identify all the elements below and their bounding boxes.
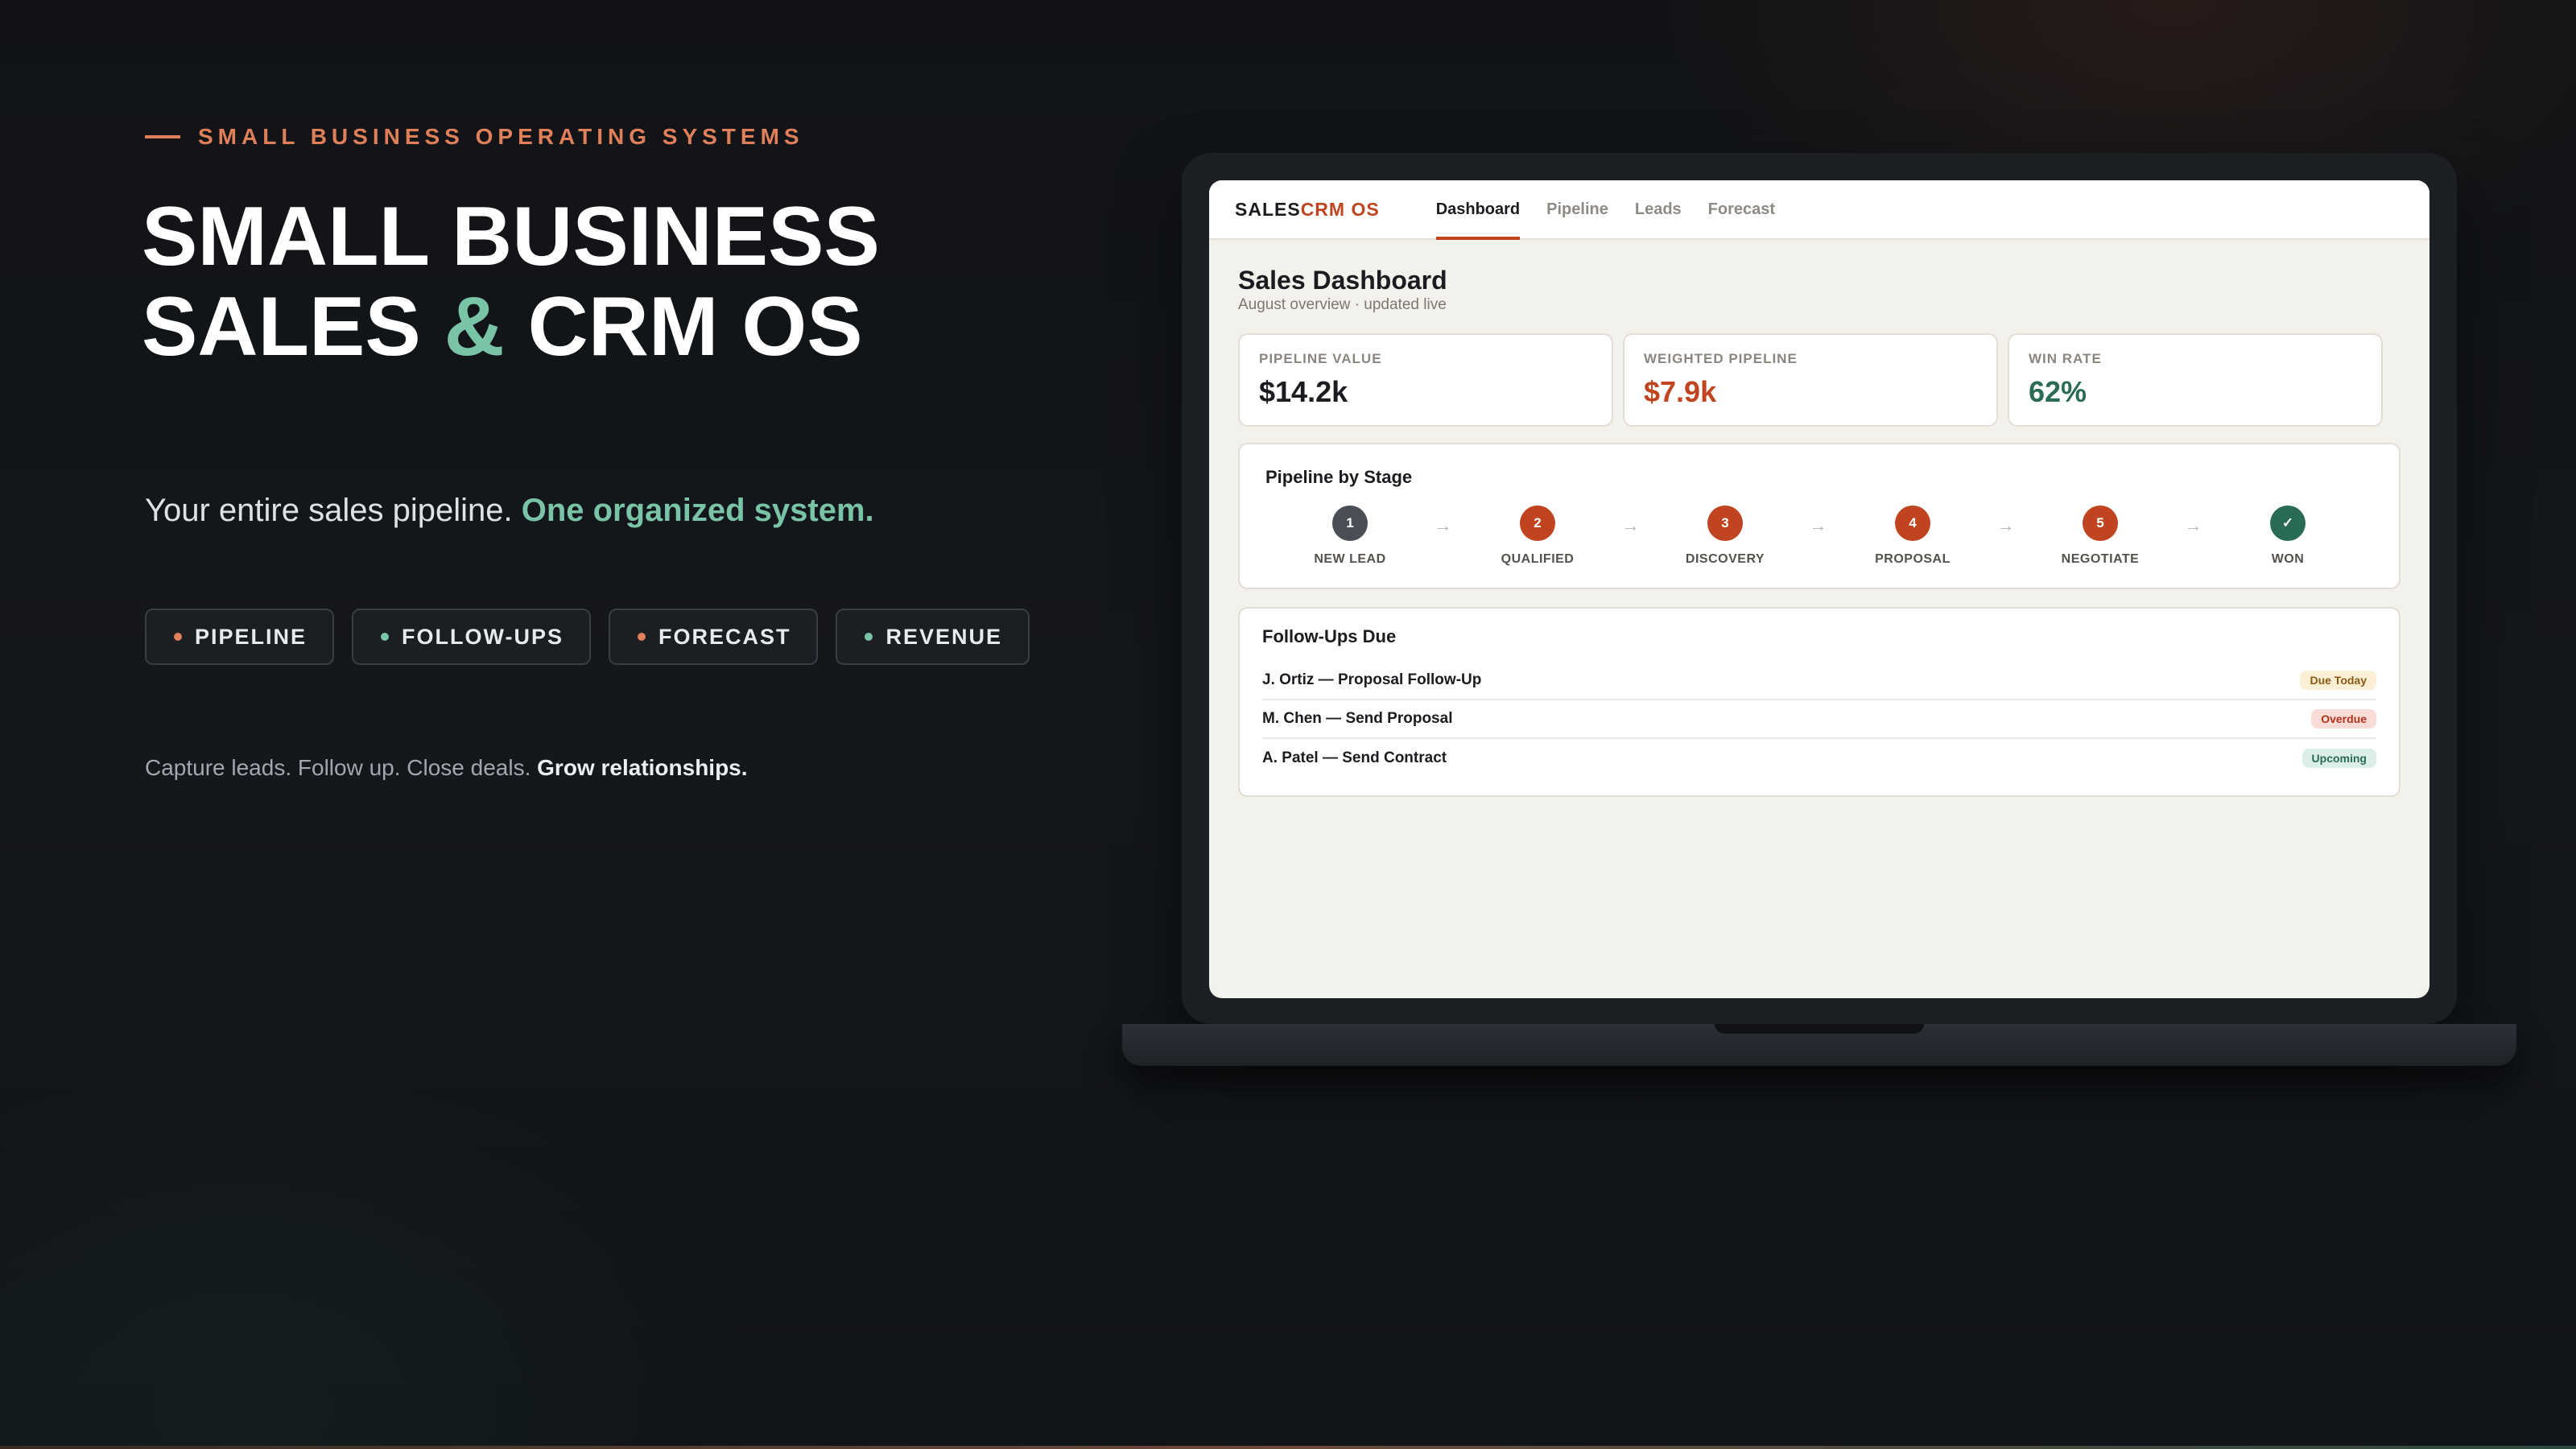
feature-chip-revenue: REVENUE xyxy=(836,609,1030,665)
eyebrow: SMALL BUSINESS OPERATING SYSTEMS xyxy=(145,124,804,150)
tab-leads[interactable]: Leads xyxy=(1635,180,1682,238)
status-badge: Overdue xyxy=(2311,709,2376,729)
status-badge: Upcoming xyxy=(2301,749,2376,768)
chip-label: REVENUE xyxy=(886,624,1002,649)
feature-chip-follow-ups: FOLLOW-UPS xyxy=(352,609,591,665)
tagline-plain: Your entire sales pipeline. xyxy=(145,493,522,528)
brand-sales: SALES xyxy=(1235,198,1301,220)
chip-label: PIPELINE xyxy=(195,624,308,649)
hero-title-crm-os: CRM OS xyxy=(504,280,863,374)
eyebrow-text: SMALL BUSINESS OPERATING SYSTEMS xyxy=(198,124,804,149)
hero-title-line-1: SMALL BUSINESS xyxy=(142,190,880,283)
stage-new-lead[interactable]: 1 NEW LEAD xyxy=(1286,506,1414,567)
app-navbar: SALESCRM OS Dashboard Pipeline Leads Foreca… xyxy=(1209,180,2429,240)
chip-label: FOLLOW-UPS xyxy=(402,624,564,649)
follow-up-row[interactable]: M. Chen — Send Proposal Overdue xyxy=(1262,700,2376,739)
hero-title: SMALL BUSINESS SALES & CRM OS xyxy=(142,192,880,372)
arrow-right-icon: → xyxy=(1809,515,1827,535)
stage-negotiate[interactable]: 5 NEGOTIATE xyxy=(2036,506,2165,567)
stage-number: 3 xyxy=(1707,506,1743,541)
closing-strong: Grow relationships. xyxy=(537,755,748,780)
hero-title-sales: SALES xyxy=(142,280,444,374)
tab-pipeline[interactable]: Pipeline xyxy=(1546,180,1608,238)
arrow-right-icon: → xyxy=(1996,515,2015,535)
follow-ups-title: Follow-Ups Due xyxy=(1262,626,1397,646)
stage-name: DISCOVERY xyxy=(1685,552,1765,566)
pipeline-by-stage-card: Pipeline by Stage 1 NEW LEAD → 2 QUALIFIED → 3… xyxy=(1238,443,2401,589)
follow-up-row[interactable]: A. Patel — Send Contract Upcoming xyxy=(1262,739,2376,778)
chip-dot xyxy=(865,633,873,641)
check-icon: ✓ xyxy=(2270,506,2306,541)
hero-title-line-2: SALES & CRM OS xyxy=(142,282,880,372)
feature-chip-pipeline: PIPELINE xyxy=(145,609,335,665)
status-badge: Due Today xyxy=(2300,671,2376,690)
stage-name: QUALIFIED xyxy=(1501,552,1575,566)
feature-chips: PIPELINE FOLLOW-UPS FORECAST REVENUE xyxy=(145,609,1030,665)
arrow-right-icon: → xyxy=(2184,515,2202,535)
kpi-value: $14.2k xyxy=(1259,375,1348,408)
closing-line: Capture leads. Follow up. Close deals. G… xyxy=(145,755,748,781)
stage-won[interactable]: ✓ WON xyxy=(2223,506,2352,567)
tagline: Your entire sales pipeline. One organize… xyxy=(145,493,874,529)
stage-discovery[interactable]: 3 DISCOVERY xyxy=(1661,506,1790,567)
stage-name: NEW LEAD xyxy=(1314,552,1386,566)
follow-ups-card: Follow-Ups Due J. Ortiz — Proposal Follo… xyxy=(1238,607,2401,797)
stage-name: NEGOTIATE xyxy=(2061,552,2140,566)
arrow-right-icon: → xyxy=(1621,515,1640,535)
kpi-label: PIPELINE VALUE xyxy=(1259,351,1382,366)
page-title: Sales Dashboard xyxy=(1238,266,1447,295)
chip-dot xyxy=(637,633,646,641)
follow-up-text: A. Patel — Send Contract xyxy=(1262,749,1447,766)
chip-dot xyxy=(174,633,182,641)
kpi-card-pipeline-value: PIPELINE VALUE $14.2k xyxy=(1238,333,1613,427)
page-subtitle: August overview · updated live xyxy=(1238,296,1447,313)
kpi-value: 62% xyxy=(2029,375,2087,408)
follow-up-text: J. Ortiz — Proposal Follow-Up xyxy=(1262,671,1482,688)
laptop-notch xyxy=(1715,1024,1924,1034)
kpi-label: WEIGHTED PIPELINE xyxy=(1644,351,1798,366)
kpi-card-win-rate: WIN RATE 62% xyxy=(2008,333,2383,427)
kpi-label: WIN RATE xyxy=(2029,351,2102,366)
app-tabs: Dashboard Pipeline Leads Forecast xyxy=(1435,180,1775,240)
bottom-accent-strip xyxy=(0,1446,2576,1449)
follow-up-text: M. Chen — Send Proposal xyxy=(1262,710,1453,727)
stage-name: WON xyxy=(2271,552,2305,566)
chip-label: FORECAST xyxy=(658,624,791,649)
kpi-card-weighted-pipeline: WEIGHTED PIPELINE $7.9k xyxy=(1623,333,1998,427)
arrow-right-icon: → xyxy=(1434,515,1452,535)
stage-number: 1 xyxy=(1332,506,1368,541)
stage-qualified[interactable]: 2 QUALIFIED xyxy=(1473,506,1602,567)
chip-dot xyxy=(381,633,390,641)
tab-dashboard[interactable]: Dashboard xyxy=(1435,180,1521,240)
closing-plain: Capture leads. Follow up. Close deals. xyxy=(145,755,538,780)
stage-number: 4 xyxy=(1895,506,1930,541)
tagline-accent: One organized system. xyxy=(521,493,874,528)
stage-name: PROPOSAL xyxy=(1875,552,1951,566)
stage-number: 5 xyxy=(2083,506,2118,541)
brand-crm-os: CRM OS xyxy=(1300,198,1380,220)
tab-forecast[interactable]: Forecast xyxy=(1708,180,1775,238)
laptop-screen: SALESCRM OS Dashboard Pipeline Leads Foreca… xyxy=(1209,180,2429,998)
stage-number: 2 xyxy=(1520,506,1555,541)
hero-title-ampersand: & xyxy=(444,280,505,374)
feature-chip-forecast: FORECAST xyxy=(608,609,819,665)
app-brand-logo[interactable]: SALESCRM OS xyxy=(1235,199,1380,221)
stage-proposal[interactable]: 4 PROPOSAL xyxy=(1848,506,1977,567)
kpi-value: $7.9k xyxy=(1644,375,1717,408)
eyebrow-line xyxy=(145,135,180,138)
follow-up-row[interactable]: J. Ortiz — Proposal Follow-Up Due Today xyxy=(1262,662,2376,700)
pipeline-by-stage-title: Pipeline by Stage xyxy=(1265,467,1413,487)
